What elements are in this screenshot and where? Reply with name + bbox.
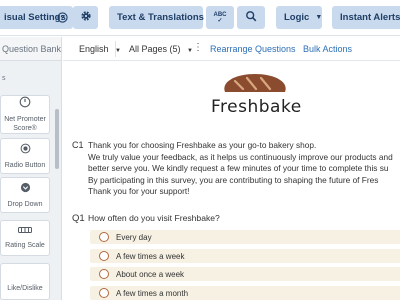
logic-button[interactable]: Logic ▼: [276, 6, 322, 29]
settings-gear-button[interactable]: [73, 6, 98, 29]
radio-icon[interactable]: [99, 269, 109, 279]
find-replace-button[interactable]: [237, 6, 265, 29]
divider: [115, 41, 116, 57]
text-translations-button[interactable]: Text & Translations ▼: [109, 6, 217, 29]
nps-icon: [19, 96, 31, 111]
radio-icon: [20, 143, 31, 157]
intro-line: By participating in this survey, you are…: [88, 175, 379, 185]
intro-line: Thank you for your support!: [88, 186, 190, 196]
spellcheck-button[interactable]: ABC ✓: [206, 6, 234, 29]
intro-line: We truly value your feedback, as it help…: [88, 152, 393, 162]
radio-icon[interactable]: [99, 251, 109, 261]
question-bank-tab[interactable]: Question Bank: [0, 37, 61, 61]
radio-icon[interactable]: [99, 288, 109, 298]
find-replace-icon: [245, 10, 257, 25]
gear-icon: [80, 10, 92, 25]
help-icon[interactable]: ?: [55, 6, 69, 29]
answer-option[interactable]: About once a week: [90, 267, 400, 281]
survey-canvas: Freshbake C1 Thank you for choosing Fres…: [63, 62, 400, 300]
question-bank-panel: Question Bank s Net Promoter Score® Radi…: [0, 37, 62, 300]
question-text: How often do you visit Freshbake?: [88, 213, 220, 223]
tile-drop-down[interactable]: Drop Down: [0, 177, 50, 213]
spellcheck-icon: ABC ✓: [213, 11, 227, 24]
question-number: Q1: [72, 213, 85, 224]
answer-option[interactable]: A few times a week: [90, 249, 400, 263]
chevron-down-icon: ▼: [315, 14, 323, 21]
more-options-icon[interactable]: ⋮: [193, 42, 203, 53]
rearrange-questions-link[interactable]: Rearrange Questions: [210, 44, 296, 54]
content-block-number: C1: [72, 140, 84, 150]
instant-alerts-button[interactable]: Instant Alerts ▼: [332, 6, 400, 29]
brand-title: Freshbake: [211, 97, 302, 117]
bulk-actions-link[interactable]: Bulk Actions: [303, 44, 352, 54]
tile-net-promoter-score[interactable]: Net Promoter Score®: [0, 95, 50, 134]
survey-toolbar: English ▼ All Pages (5) ▼ ⋮ Rearrange Qu…: [63, 37, 400, 61]
tile-radio-button[interactable]: Radio Button: [0, 138, 50, 174]
category-label: s: [2, 75, 6, 82]
intro-line: Thank you for choosing Freshbake as your…: [88, 140, 317, 150]
top-toolbar: isual Settings ? Text & Translations ▼ A…: [0, 0, 400, 36]
answer-option[interactable]: A few times a month: [90, 286, 400, 300]
rating-scale-icon: [18, 226, 32, 237]
tile-like-dislike[interactable]: Like/Dislike: [0, 263, 50, 300]
pages-select[interactable]: All Pages (5) ▼: [129, 44, 193, 54]
dropdown-icon: [20, 182, 31, 196]
tile-rating-scale[interactable]: Rating Scale: [0, 220, 50, 256]
svg-text:?: ?: [60, 15, 64, 22]
intro-line: better serve you. We kindly request a fe…: [88, 163, 389, 173]
answer-option[interactable]: Every day: [90, 230, 400, 244]
panel-scrollbar[interactable]: [55, 109, 59, 169]
radio-icon[interactable]: [99, 232, 109, 242]
